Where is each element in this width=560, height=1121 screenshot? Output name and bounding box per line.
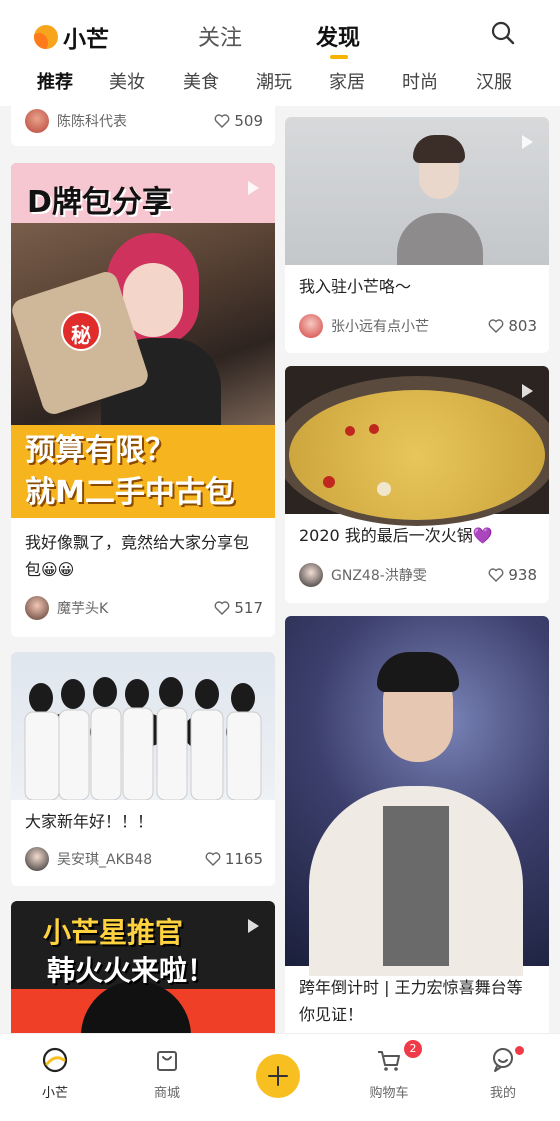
cover-image — [285, 616, 549, 976]
category-food[interactable]: 美食 — [183, 68, 219, 94]
avatar[interactable] — [25, 847, 49, 871]
notification-dot — [515, 1046, 524, 1055]
nav-profile[interactable]: 我的 — [468, 1046, 538, 1101]
author-name[interactable]: 魔芋头K — [57, 598, 214, 618]
like-count[interactable]: 803 — [488, 317, 537, 335]
heart-icon — [488, 319, 504, 333]
play-icon — [248, 919, 259, 933]
create-post-button[interactable] — [256, 1054, 300, 1098]
active-tab-indicator — [330, 55, 348, 59]
cover-title-bottom-2: 就M二手中古包 — [25, 475, 235, 510]
category-home[interactable]: 家居 — [329, 68, 365, 94]
bottom-nav: 小芒 商城 购物车 我的 — [0, 1033, 560, 1121]
feed-card[interactable]: 大家新年好！！！ 吴安琪_AKB48 1165 — [11, 652, 275, 886]
category-trendy-toys[interactable]: 潮玩 — [256, 68, 292, 94]
like-count[interactable]: 938 — [488, 566, 537, 584]
card-meta: 张小远有点小芒 803 — [299, 313, 537, 339]
cover-image — [285, 117, 549, 265]
heart-icon — [214, 114, 230, 128]
cover-image: 小芒星推官 韩火火来啦！ — [11, 901, 275, 1033]
category-fashion[interactable]: 时尚 — [402, 68, 438, 94]
cart-icon — [378, 1051, 400, 1071]
card-meta: 陈陈科代表 509 — [25, 108, 263, 134]
secret-seal: 秘 — [61, 311, 101, 351]
cover-image — [11, 652, 275, 801]
feed-card[interactable]: 小芒星推官 韩火火来啦！ — [11, 901, 275, 1033]
category-hanfu[interactable]: 汉服 — [476, 68, 512, 94]
card-title[interactable]: 2020 我的最后一次火锅💜 — [299, 522, 537, 549]
category-makeup[interactable]: 美妆 — [109, 68, 145, 94]
feed-card[interactable]: 跨年倒计时 | 王力宏惊喜舞台等你见证！ — [285, 616, 549, 1033]
feed-card[interactable]: 秘 D牌包分享 预算有限？ 就M二手中古包 我好像飘了，竟然给大家分享包包😀😀 … — [11, 163, 275, 637]
card-meta: 魔芋头K 517 — [25, 595, 263, 621]
like-count[interactable]: 517 — [214, 599, 263, 617]
play-icon — [522, 135, 533, 149]
play-icon — [248, 181, 259, 195]
heart-icon — [214, 601, 230, 615]
like-count[interactable]: 1165 — [205, 850, 263, 868]
heart-icon — [488, 568, 504, 582]
avatar[interactable] — [25, 109, 49, 133]
card-title[interactable]: 我好像飘了，竟然给大家分享包包😀😀 — [25, 529, 263, 583]
nav-home[interactable]: 小芒 — [20, 1046, 90, 1101]
card-title[interactable]: 大家新年好！！！ — [25, 808, 263, 835]
category-bar: 推荐 美妆 美食 潮玩 家居 时尚 汉服 — [0, 62, 560, 102]
card-meta: 吴安琪_AKB48 1165 — [25, 846, 263, 872]
card-title[interactable]: 我入驻小芒咯～ — [299, 273, 537, 300]
feed-card[interactable]: 我入驻小芒咯～ 张小远有点小芒 803 — [285, 117, 549, 353]
logo-icon — [34, 25, 58, 49]
search-icon[interactable] — [490, 20, 516, 46]
tab-follow[interactable]: 关注 — [198, 20, 242, 52]
play-icon — [522, 384, 533, 398]
author-name[interactable]: GNZ48-洪静雯 — [331, 565, 488, 585]
category-fade — [510, 62, 560, 102]
feed-card[interactable]: 2020 我的最后一次火锅💜 GNZ48-洪静雯 938 — [285, 366, 549, 603]
tab-discover[interactable]: 发现 — [316, 20, 360, 52]
heart-icon — [205, 852, 221, 866]
group-photo-illustration — [24, 677, 262, 801]
cover-image: 秘 D牌包分享 预算有限？ 就M二手中古包 — [11, 163, 275, 518]
avatar[interactable] — [299, 314, 323, 338]
shopping-bag-icon — [157, 1051, 177, 1071]
logo-text: 小芒 — [63, 27, 109, 53]
avatar[interactable] — [299, 563, 323, 587]
promo-title-2: 韩火火来啦！ — [47, 954, 216, 987]
like-count[interactable]: 509 — [214, 112, 263, 130]
author-name[interactable]: 吴安琪_AKB48 — [57, 849, 205, 869]
app-logo[interactable]: 小芒 — [34, 20, 109, 54]
card-title[interactable]: 跨年倒计时 | 王力宏惊喜舞台等你见证！ — [299, 974, 537, 1028]
cover-image — [285, 366, 549, 526]
top-header: 小芒 关注 发现 推荐 美妆 美食 潮玩 家居 时尚 汉服 — [0, 0, 560, 106]
promo-title-1: 小芒星推官 — [43, 916, 184, 949]
card-meta: GNZ48-洪静雯 938 — [299, 562, 537, 588]
cover-title-top: D牌包分享 — [27, 185, 172, 220]
profile-icon — [493, 1048, 513, 1072]
author-name[interactable]: 陈陈科代表 — [57, 111, 214, 131]
nav-mall[interactable]: 商城 — [132, 1046, 202, 1101]
author-name[interactable]: 张小远有点小芒 — [331, 316, 488, 336]
cover-title-bottom-1: 预算有限？ — [25, 433, 175, 468]
avatar[interactable] — [25, 596, 49, 620]
category-recommend[interactable]: 推荐 — [37, 68, 73, 94]
mango-home-icon — [42, 1047, 68, 1073]
cart-badge: 2 — [404, 1040, 422, 1058]
